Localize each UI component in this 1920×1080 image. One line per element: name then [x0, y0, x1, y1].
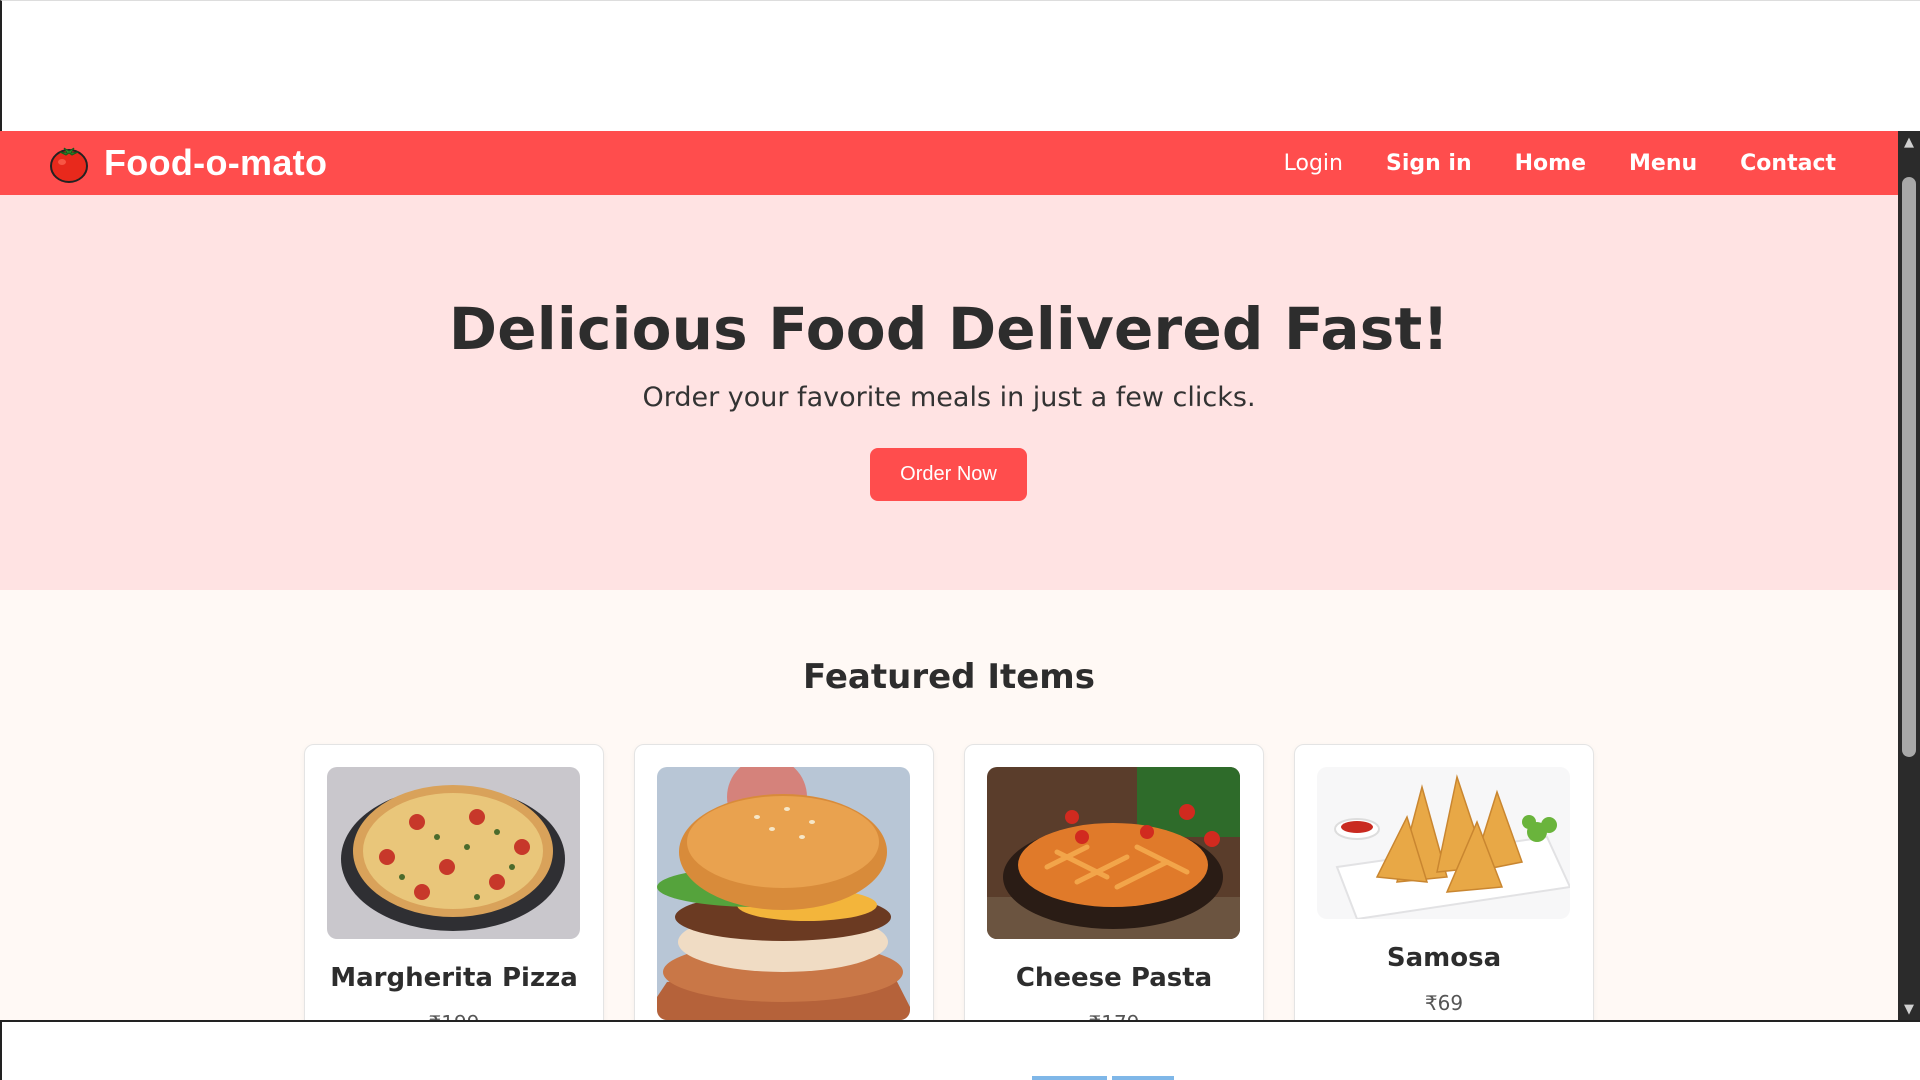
food-card-price: ₹199: [305, 1011, 603, 1020]
order-now-button[interactable]: Order Now: [870, 448, 1027, 501]
page-viewport: Food-o-mato Login Sign in Home Menu Cont…: [0, 131, 1898, 1020]
food-card-pasta[interactable]: Cheese Pasta ₹179: [964, 744, 1264, 1020]
scrollbar-thumb[interactable]: [1902, 177, 1916, 757]
nav-contact[interactable]: Contact: [1740, 151, 1836, 176]
food-card-name: Cheese Pasta: [1015, 963, 1213, 993]
food-card-pizza[interactable]: Margherita Pizza ₹199: [304, 744, 604, 1020]
samosa-image: [1317, 767, 1570, 919]
taskbar-indicator: [1112, 1076, 1174, 1080]
brand-name: Food-o-mato: [104, 142, 328, 183]
browser-top-blank-area: [0, 0, 1920, 131]
nav-login[interactable]: Login: [1284, 151, 1343, 176]
food-card-price: ₹179: [965, 1011, 1263, 1020]
nav-sign-in[interactable]: Sign in: [1386, 151, 1472, 176]
pizza-image: [327, 767, 580, 939]
hero-title: Delicious Food Delivered Fast!: [448, 295, 1450, 363]
vertical-scrollbar[interactable]: ▲ ▼: [1898, 131, 1920, 1020]
food-card-burger[interactable]: [634, 744, 934, 1020]
nav-home[interactable]: Home: [1515, 151, 1586, 176]
food-card-name: Margherita Pizza: [330, 963, 578, 993]
food-card-name: Samosa: [1386, 943, 1502, 973]
nav-menu[interactable]: Menu: [1629, 151, 1697, 176]
scroll-up-arrow-icon[interactable]: ▲: [1898, 131, 1920, 153]
burger-image: [657, 767, 910, 1020]
taskbar-indicator: [1032, 1076, 1107, 1080]
pasta-image: [987, 767, 1240, 939]
hero-subtitle: Order your favorite meals in just a few …: [642, 382, 1256, 413]
nav-links: Login Sign in Home Menu Contact: [1241, 131, 1836, 195]
food-card-price: ₹69: [1424, 991, 1464, 1015]
browser-bottom-blank-area: [0, 1020, 1920, 1080]
food-card-samosa[interactable]: Samosa ₹69: [1294, 744, 1594, 1020]
navbar: Food-o-mato Login Sign in Home Menu Cont…: [0, 131, 1898, 195]
scroll-down-arrow-icon[interactable]: ▼: [1898, 998, 1920, 1020]
brand[interactable]: Food-o-mato: [48, 131, 327, 195]
featured-heading: Featured Items: [803, 657, 1095, 697]
hero-section: Delicious Food Delivered Fast! Order you…: [0, 195, 1898, 590]
tomato-icon: [50, 147, 88, 183]
